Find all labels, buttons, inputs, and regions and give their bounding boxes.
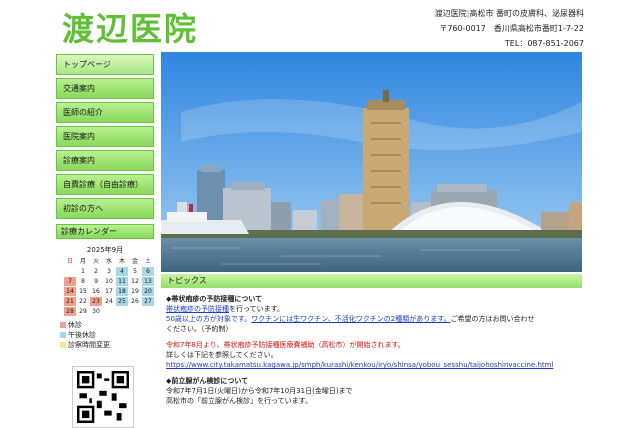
- legend-pm-label: 午後休診: [68, 331, 96, 339]
- legend-chg-swatch: [60, 342, 66, 348]
- calendar: 診療カレンダー 2025年9月 日月火水木金土 1 2 3 4 5 6 7 8 9 10 11 12 13…: [56, 224, 154, 350]
- calendar-weekday: 木: [118, 258, 125, 265]
- nav-item-self-pay[interactable]: 自費診療（自由診療）: [56, 174, 154, 195]
- calendar-day: 24: [105, 298, 113, 305]
- calendar-day: 16: [92, 288, 100, 295]
- calendar-day: 10: [105, 278, 113, 285]
- qr-code-icon: [77, 371, 129, 423]
- calendar-day: 7: [64, 277, 76, 286]
- header-clinic-name: 渡辺医院: [434, 9, 467, 18]
- prostate-info: 高松市の「前立腺がん検診」を行っています。: [166, 397, 312, 405]
- calendar-day: 11: [116, 277, 128, 286]
- calendar-weekday: 月: [79, 258, 86, 265]
- subsidy-notice: 令和7年8月より、帯状疱疹予防接種医療費補助（高松市）が開始されます。: [166, 341, 405, 349]
- calendar-day: 2: [94, 268, 98, 275]
- calendar-day: 14: [64, 287, 76, 296]
- shingles-vaccine-link[interactable]: 帯状疱疹の予防接種: [166, 305, 229, 313]
- calendar-day: 23: [90, 297, 102, 306]
- qr-code: [72, 366, 134, 428]
- calendar-day: [64, 267, 76, 276]
- nav-item-access[interactable]: 交通案内: [56, 78, 154, 99]
- shingles-vaccine-types: ワクチンには生ワクチン、不活化ワクチンの2種類があります。: [251, 315, 451, 323]
- shingles-inquiry: ご希望の方はお問い合わせ: [450, 315, 535, 323]
- calendar-day: 3: [107, 268, 111, 275]
- calendar-day: [116, 307, 128, 316]
- calendar-day: 20: [142, 287, 154, 296]
- hero-photo: [161, 52, 582, 272]
- calendar-title: 診療カレンダー: [56, 224, 154, 239]
- header-clinic-desc: 高松市 番町の皮膚科、泌尿器科: [469, 9, 584, 18]
- clinic-logo[interactable]: 渡辺医院: [62, 4, 198, 50]
- calendar-weekday: 日: [66, 258, 73, 265]
- calendar-day: 9: [94, 278, 98, 285]
- calendar-day: 13: [142, 277, 154, 286]
- shingles-reservation: ください。（予約制）: [166, 325, 233, 333]
- calendar-day: 29: [79, 308, 87, 315]
- calendar-day: [103, 307, 115, 316]
- calendar-month: 2025年9月: [86, 246, 124, 254]
- shingles-age-note: 50歳以上の方が対象です。: [166, 315, 252, 323]
- calendar-day: 27: [142, 297, 154, 306]
- prostate-period: 令和7年7月1日(火曜日)から令和7年10月31日(金曜日)まで: [166, 387, 353, 395]
- calendar-day: 5: [133, 268, 137, 275]
- calendar-day: 25: [116, 297, 128, 306]
- header-address: 〒760-0017 香川県高松市番町1-7-22: [439, 24, 584, 33]
- calendar-day: 21: [64, 297, 76, 306]
- nav-item-clinic-info[interactable]: 医院案内: [56, 126, 154, 147]
- calendar-day: 4: [116, 267, 128, 276]
- header-info: 渡辺医院|高松市 番町の皮膚科、泌尿器科 〒760-0017 香川県高松市番町1…: [435, 6, 584, 51]
- calendar-day: 28: [64, 307, 76, 316]
- calendar-weekday: 土: [144, 258, 151, 265]
- legend-rest-swatch: [60, 322, 66, 328]
- calendar-day: 15: [79, 288, 87, 295]
- subsidy-refer: 詳しくは下記を参照してください。: [166, 351, 278, 359]
- shingles-link-suffix: を行っています。: [229, 305, 284, 313]
- calendar-day: 1: [81, 268, 85, 275]
- calendar-weekday: 水: [105, 258, 112, 265]
- calendar-day: 19: [131, 288, 139, 295]
- nav-item-first-visit[interactable]: 初診の方へ: [56, 198, 154, 219]
- topic-prostate-title: ◆前立腺がん検診について: [166, 377, 249, 385]
- header-tel: TEL：087-851-2067: [504, 39, 584, 48]
- nav-item-doctor[interactable]: 医師の紹介: [56, 102, 154, 123]
- topics-header: トピックス: [161, 274, 582, 288]
- subsidy-url-link[interactable]: https://www.city.takamatsu.kagawa.jp/smp…: [166, 360, 580, 370]
- legend-rest-label: 休診: [68, 321, 82, 329]
- calendar-day: 6: [142, 267, 154, 276]
- legend-chg-label: 診察時間変更: [68, 341, 110, 349]
- legend-pm-swatch: [60, 332, 66, 338]
- nav-item-treatment[interactable]: 診療案内: [56, 150, 154, 171]
- sidebar: トップページ 交通案内 医師の紹介 医院案内 診療案内 自費診療（自由診療） 初…: [56, 54, 154, 350]
- calendar-weekday: 火: [92, 258, 99, 265]
- calendar-day: [129, 307, 141, 316]
- calendar-weekday: 金: [131, 258, 138, 265]
- cityscape-image: [161, 52, 582, 272]
- calendar-day: 18: [116, 287, 128, 296]
- calendar-day: 30: [92, 308, 100, 315]
- calendar-day: [142, 307, 154, 316]
- nav-item-top[interactable]: トップページ: [56, 54, 154, 75]
- calendar-legend: 休診 午後休診 診察時間変更: [60, 320, 154, 350]
- calendar-grid: 日月火水木金土 1 2 3 4 5 6 7 8 9 10 11 12 13 14 15 16 17 18 19 20 21…: [64, 257, 154, 316]
- calendar-day: 22: [79, 298, 87, 305]
- topics-content: ◆帯状疱疹の予防接種について 帯状疱疹の予防接種を行っています。 50歳以上の方…: [166, 294, 580, 406]
- calendar-day: 17: [105, 288, 113, 295]
- calendar-day: 12: [131, 278, 139, 285]
- topic-shingles-title: ◆帯状疱疹の予防接種について: [166, 295, 263, 303]
- calendar-day: 8: [81, 278, 85, 285]
- calendar-day: 26: [131, 298, 139, 305]
